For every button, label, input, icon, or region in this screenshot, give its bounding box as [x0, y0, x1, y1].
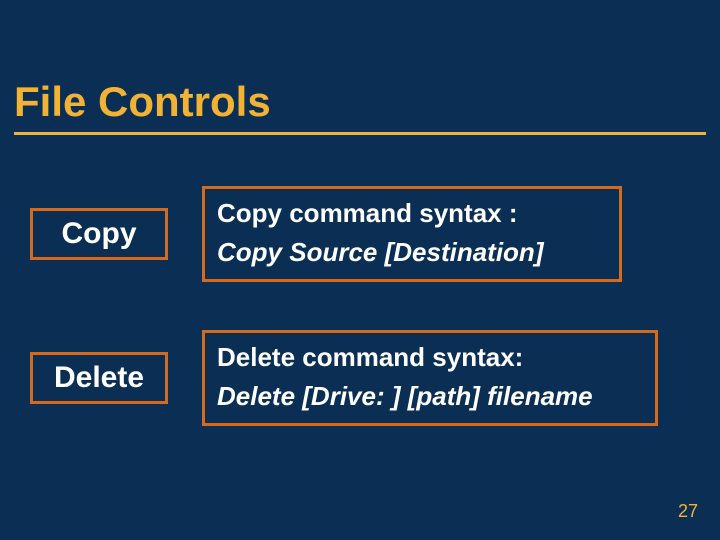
copy-syntax-body: Copy Source [Destination]	[217, 237, 607, 268]
slide-title: File Controls	[14, 78, 271, 126]
title-underline	[14, 132, 706, 135]
copy-description-box: Copy command syntax : Copy Source [Desti…	[202, 186, 622, 282]
delete-syntax-heading: Delete command syntax:	[217, 342, 643, 373]
page-number: 27	[678, 501, 698, 522]
delete-description-box: Delete command syntax: Delete [Drive: ] …	[202, 330, 658, 426]
delete-syntax-body: Delete [Drive: ] [path] filename	[217, 381, 643, 412]
delete-label-text: Delete	[54, 361, 144, 395]
copy-label-text: Copy	[62, 217, 137, 251]
delete-label-box: Delete	[30, 352, 168, 404]
copy-syntax-heading: Copy command syntax :	[217, 198, 607, 229]
copy-label-box: Copy	[30, 208, 168, 260]
slide: File Controls Copy Copy command syntax :…	[0, 0, 720, 540]
